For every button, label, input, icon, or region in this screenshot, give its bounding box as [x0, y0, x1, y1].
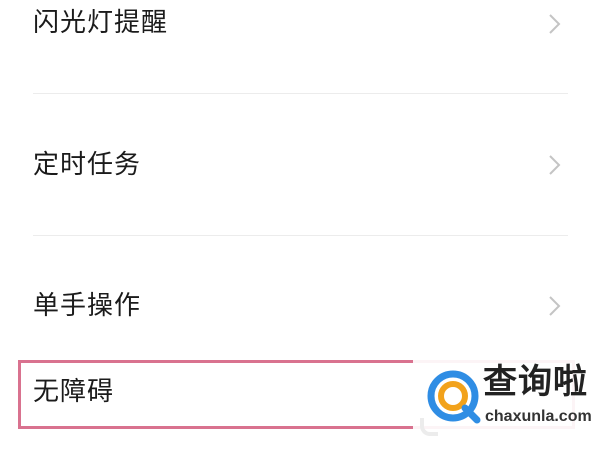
watermark: 查询啦 chaxunla.com — [413, 360, 600, 438]
settings-item-scheduled-tasks[interactable]: 定时任务 — [0, 94, 600, 235]
settings-item-label: 闪光灯提醒 — [33, 8, 169, 38]
watermark-url: chaxunla.com — [485, 408, 592, 425]
chevron-right-icon — [549, 296, 561, 316]
chevron-right-icon — [549, 14, 561, 34]
settings-item-flash-reminder[interactable]: 闪光灯提醒 — [0, 0, 600, 94]
chevron-right-icon — [549, 155, 561, 175]
settings-item-label: 单手操作 — [33, 291, 142, 321]
settings-item-label: 定时任务 — [33, 150, 142, 180]
magnifier-logo-icon — [427, 370, 481, 424]
settings-item-one-handed-mode[interactable]: 单手操作 — [0, 236, 600, 356]
watermark-title: 查询啦 — [483, 362, 588, 402]
